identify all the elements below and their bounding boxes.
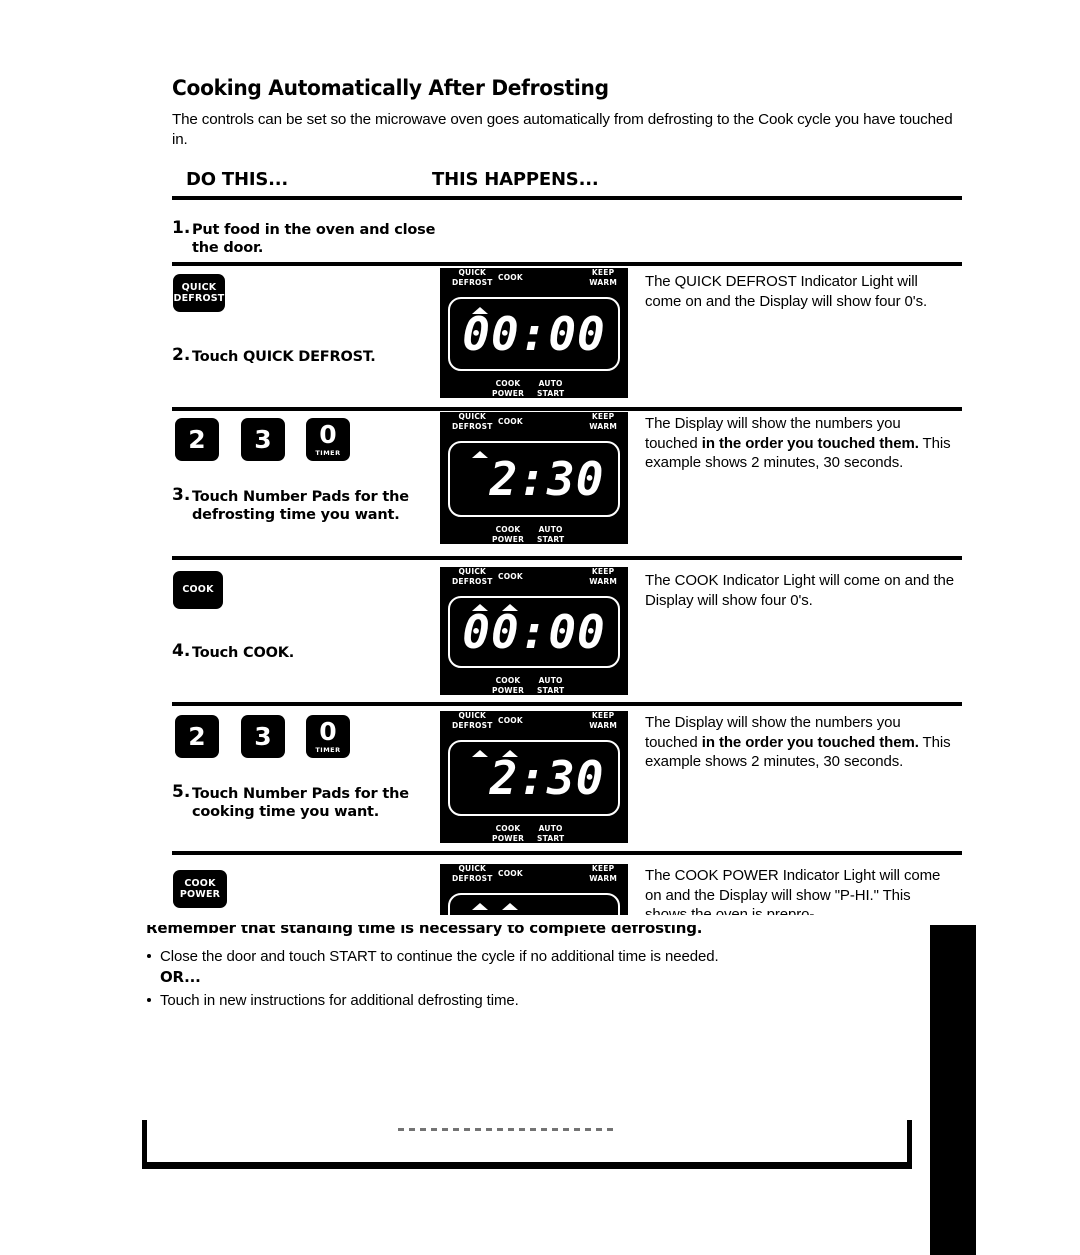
step-instruction: Put food in the oven and close the door. — [192, 222, 436, 256]
pad-label: 3 — [254, 721, 272, 751]
pad-label: 2 — [188, 424, 206, 454]
step-number: 4. — [172, 641, 191, 661]
oven-display-panel: QUICK DEFROST COOK KEEP WARM 2:30 COOK P… — [440, 711, 628, 843]
pad-label: COOK — [182, 584, 214, 596]
step-number: 2. — [172, 345, 191, 365]
bullet-list: Close the door and touch START to contin… — [146, 946, 976, 1011]
step-instruction: Touch Number Pads for the cooking time y… — [192, 786, 409, 820]
step-explanation: The Display will show the numbers you to… — [645, 713, 955, 772]
divider-rule — [172, 702, 962, 706]
number-pad-3[interactable]: 3 — [241, 418, 285, 461]
caret-indicator-icon — [472, 903, 488, 910]
lcd-readout: 00:00 — [462, 605, 606, 659]
document-page: Cooking Automatically After Defrosting T… — [0, 0, 1080, 1255]
indicator-label-keep-warm: KEEP WARM — [589, 864, 617, 883]
caret-indicator-icon — [502, 903, 518, 910]
lcd-screen: 00:00 — [448, 596, 620, 668]
indicator-label-cook-power: COOK POWER — [492, 379, 525, 398]
number-pad-3[interactable]: 3 — [241, 715, 285, 758]
step-explanation: The COOK Indicator Light will come on an… — [645, 572, 954, 609]
indicator-label-quick-defrost: QUICK DEFROST — [452, 567, 493, 586]
pad-label: QUICK DEFROST — [173, 281, 225, 305]
scan-artifact-faint-text — [398, 1128, 613, 1131]
pad-sublabel-timer: TIMER — [315, 449, 341, 457]
indicator-label-keep-warm: KEEP WARM — [589, 268, 617, 287]
step-instruction: Touch QUICK DEFROST. — [192, 349, 376, 365]
step-number: 3. — [172, 485, 191, 505]
indicator-label-cook-power: COOK POWER — [492, 676, 525, 695]
divider-rule — [172, 851, 962, 855]
indicator-label-keep-warm: KEEP WARM — [589, 711, 617, 730]
divider-rule — [172, 196, 962, 200]
list-item: Close the door and touch START to contin… — [146, 946, 976, 988]
divider-rule — [172, 262, 962, 266]
lcd-readout: 00:00 — [462, 307, 606, 361]
pad-label: COOK POWER — [179, 877, 221, 901]
indicator-label-auto-start: AUTO START — [537, 525, 565, 544]
oven-display-panel: QUICK DEFROST COOK KEEP WARM 00:00 COOK … — [440, 268, 628, 398]
indicator-label-cook: COOK — [498, 417, 523, 426]
indicator-label-cook: COOK — [498, 273, 523, 282]
column-header-this-happens: THIS HAPPENS... — [432, 169, 599, 190]
explanation-part-bold: in the order you touched them. — [701, 733, 919, 751]
number-pad-2[interactable]: 2 — [175, 418, 219, 461]
intro-paragraph: The controls can be set so the microwave… — [172, 111, 953, 148]
lcd-screen: 2:30 — [448, 441, 620, 517]
indicator-label-keep-warm: KEEP WARM — [589, 412, 617, 431]
indicator-label-cook-power: COOK POWER — [492, 525, 525, 544]
indicator-label-auto-start: AUTO START — [537, 379, 565, 398]
indicator-label-cook-power: COOK POWER — [492, 824, 525, 843]
page-title: Cooking Automatically After Defrosting — [172, 76, 609, 100]
standing-time-note: Remember that standing time is necessary… — [146, 919, 703, 937]
indicator-label-auto-start: AUTO START — [537, 676, 565, 695]
pad-label: 3 — [254, 424, 272, 454]
indicator-label-auto-start: AUTO START — [537, 824, 565, 843]
indicator-label-quick-defrost: QUICK DEFROST — [452, 864, 493, 883]
step-number: 1. — [172, 218, 191, 238]
pad-sublabel-timer: TIMER — [315, 746, 341, 754]
step-instruction: Touch Number Pads for the defrosting tim… — [192, 489, 409, 523]
scan-artifact-black-bar — [930, 925, 976, 1255]
indicator-label-cook: COOK — [498, 716, 523, 725]
lcd-screen: 2:30 — [448, 740, 620, 816]
divider-rule — [172, 556, 962, 560]
cook-power-pad[interactable]: COOK POWER — [173, 870, 227, 908]
step-explanation: The Display will show the numbers you to… — [645, 414, 955, 473]
number-pad-0-timer[interactable]: 0 TIMER — [306, 418, 350, 461]
indicator-label-quick-defrost: QUICK DEFROST — [452, 711, 493, 730]
oven-display-panel: QUICK DEFROST COOK KEEP WARM 00:00 COOK … — [440, 567, 628, 695]
list-item-text: Close the door and touch START to contin… — [160, 948, 719, 965]
list-item-text: Touch in new instructions for additional… — [160, 992, 519, 1009]
indicator-label-quick-defrost: QUICK DEFROST — [452, 412, 493, 431]
pad-label: 0 — [319, 717, 337, 746]
bullet-dot-icon — [147, 998, 151, 1002]
lcd-readout: 2:30 — [489, 452, 605, 506]
list-item: Touch in new instructions for additional… — [146, 990, 976, 1011]
overlap-text-block: Remember that standing time is necessary… — [146, 915, 976, 1013]
indicator-label-keep-warm: KEEP WARM — [589, 567, 617, 586]
pad-label: 0 — [319, 420, 337, 449]
quick-defrost-pad[interactable]: QUICK DEFROST — [173, 274, 225, 312]
step-number: 5. — [172, 782, 191, 802]
step-explanation: The QUICK DEFROST Indicator Light will c… — [645, 273, 928, 310]
or-label: OR... — [160, 968, 201, 986]
oven-display-panel: QUICK DEFROST COOK KEEP WARM 2:30 COOK P… — [440, 412, 628, 544]
lcd-readout: 2:30 — [489, 751, 605, 805]
pad-label: 2 — [188, 721, 206, 751]
indicator-label-cook: COOK — [498, 572, 523, 581]
divider-rule — [172, 407, 962, 411]
bullet-dot-icon — [147, 954, 151, 958]
cook-pad[interactable]: COOK — [173, 571, 223, 609]
lcd-screen: 00:00 — [448, 297, 620, 371]
indicator-label-cook: COOK — [498, 869, 523, 878]
step-instruction: Touch COOK. — [192, 645, 295, 661]
number-pad-2[interactable]: 2 — [175, 715, 219, 758]
column-header-do-this: DO THIS... — [186, 169, 289, 190]
indicator-label-quick-defrost: QUICK DEFROST — [452, 268, 493, 287]
explanation-part-bold: in the order you touched them. — [701, 434, 919, 452]
number-pad-0-timer[interactable]: 0 TIMER — [306, 715, 350, 758]
